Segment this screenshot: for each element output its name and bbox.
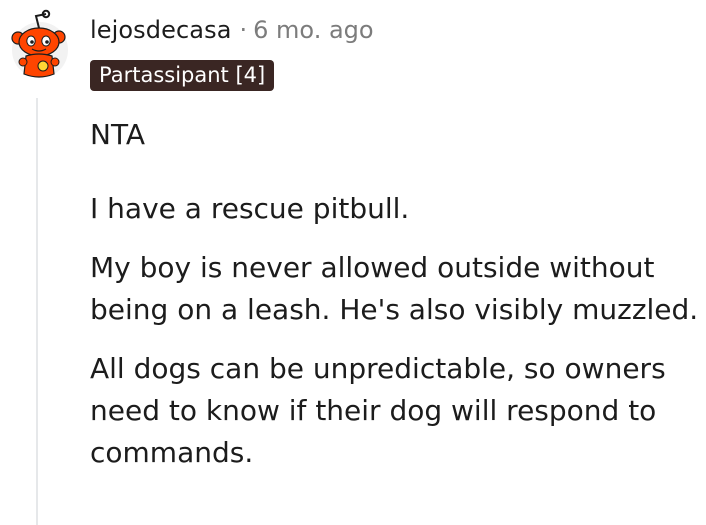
comment-paragraph: I have a rescue pitbull. — [90, 192, 410, 225]
snoo-avatar-icon[interactable] — [10, 2, 68, 82]
comment-paragraph: All dogs can be unpredictable, so owners… — [90, 352, 666, 469]
comment-view: lejosdecasa · 6 mo. ago Partassipant [4] N… — [0, 0, 706, 525]
comment-meta: lejosdecasa · 6 mo. ago — [90, 15, 374, 45]
comment-body: NTA I have a rescue pitbull. My boy is n… — [90, 114, 700, 491]
comment-paragraph: NTA — [90, 118, 146, 151]
comment-paragraph: My boy is never allowed outside without … — [90, 251, 699, 326]
meta-separator: · — [239, 16, 248, 44]
thread-line[interactable] — [36, 98, 38, 525]
timestamp[interactable]: 6 mo. ago — [253, 16, 373, 44]
username-link[interactable]: lejosdecasa — [90, 16, 232, 44]
user-flair-badge: Partassipant [4] — [90, 60, 275, 91]
